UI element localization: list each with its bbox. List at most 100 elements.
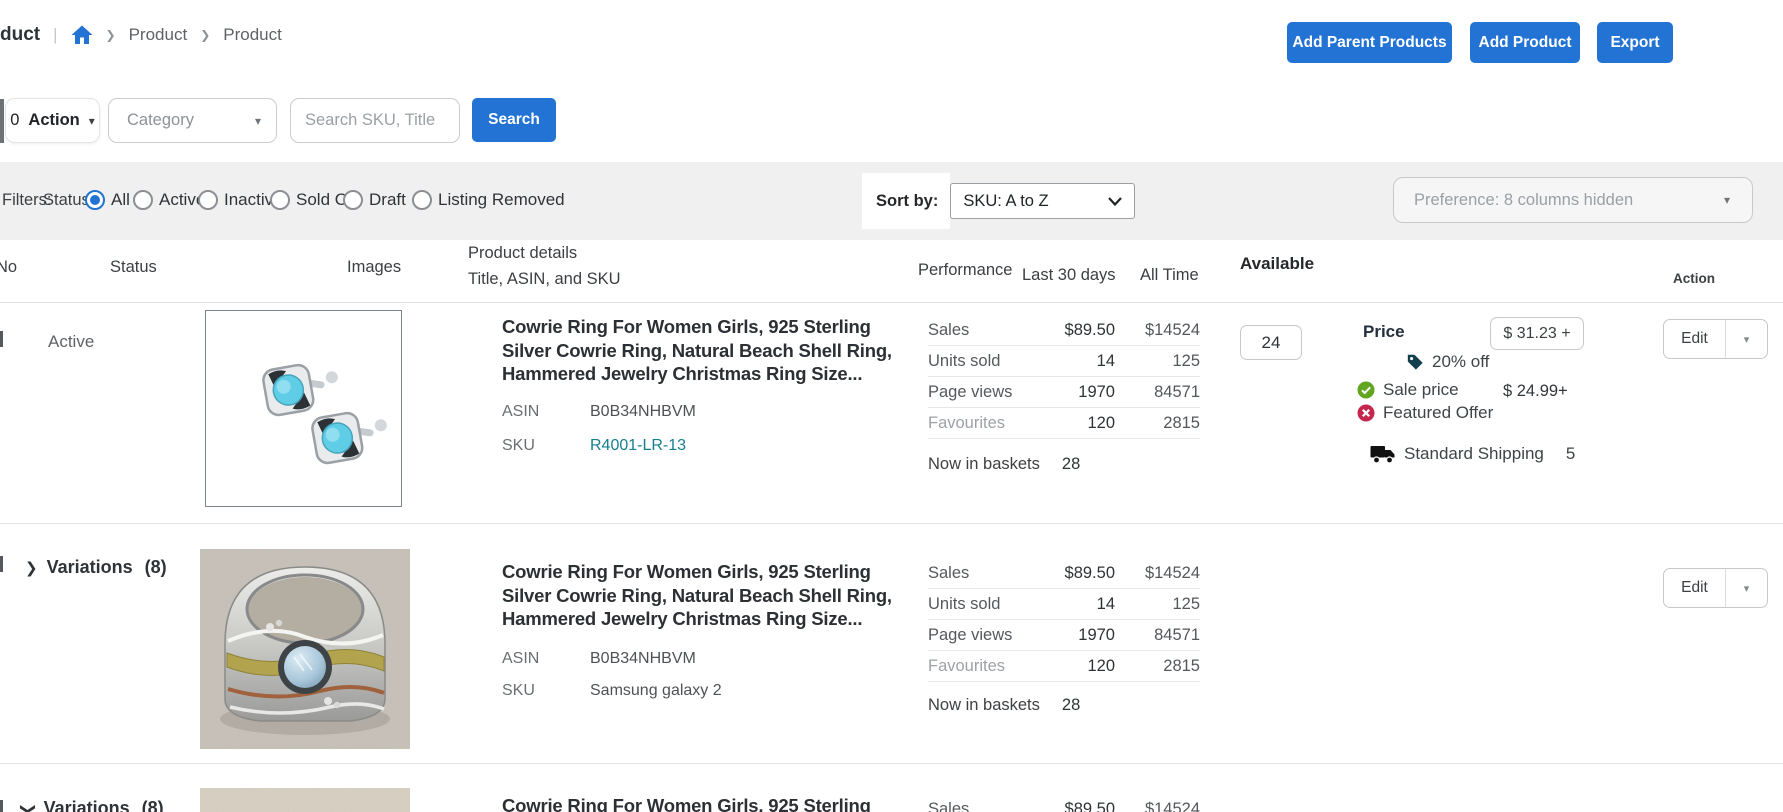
price-label: Price <box>1363 322 1405 342</box>
product-row: ❯ Variations (8) <box>0 523 1783 763</box>
product-title[interactable]: Cowrie Ring For Women Girls, 925 Sterlin… <box>502 315 900 386</box>
shipping-qty: 5 <box>1566 444 1575 464</box>
variations-toggle[interactable]: ❯ Variations (8) <box>25 557 167 578</box>
perf-alltime: $14524 <box>1115 800 1200 812</box>
baskets-row: Now in baskets28 <box>928 455 1080 474</box>
status-filter-draft[interactable]: Draft <box>343 190 406 210</box>
product-image[interactable] <box>200 788 410 812</box>
radio-icon[interactable] <box>85 190 105 210</box>
preference-dropdown[interactable]: Preference: 8 columns hidden ▾ <box>1393 177 1753 223</box>
sort-selected-value: SKU: A to Z <box>951 192 1108 211</box>
perf-label: Units sold <box>928 352 1028 371</box>
action-button-label: Action <box>28 111 79 130</box>
top-bar: duct | ❯ Product ❯ Product Add Parent Pr… <box>0 0 1783 80</box>
sale-price-row: Sale price <box>1357 380 1459 400</box>
baskets-value: 28 <box>1062 696 1080 714</box>
perf-last30: 14 <box>1028 595 1115 614</box>
bulk-action-button[interactable]: 0 Action ▾ <box>5 98 100 143</box>
caret-down-icon: ▾ <box>89 114 95 128</box>
perf-last30: $89.50 <box>1028 321 1115 340</box>
perf-alltime: 2815 <box>1115 657 1200 676</box>
radio-label: Draft <box>369 190 406 210</box>
sale-price-label: Sale price <box>1383 380 1459 400</box>
asin-value: B0B34NHBVM <box>590 403 696 421</box>
edit-dropdown-caret-icon[interactable]: ▾ <box>1726 569 1767 607</box>
status-filter-active[interactable]: Active <box>133 190 205 210</box>
perf-label: Sales <box>928 321 1028 340</box>
sku-value[interactable]: R4001-LR-13 <box>590 437 686 455</box>
perf-alltime: 125 <box>1115 595 1200 614</box>
shipping-label: Standard Shipping <box>1404 444 1544 464</box>
radio-label: All <box>111 190 130 210</box>
header-no: No <box>0 258 17 277</box>
status-filter-all[interactable]: All <box>85 190 130 210</box>
product-image[interactable] <box>205 310 402 507</box>
variations-count: (8) <box>142 798 164 812</box>
status-filter-listing-removed[interactable]: Listing Removed <box>412 190 565 210</box>
radio-icon[interactable] <box>412 190 432 210</box>
edit-dropdown-caret-icon[interactable]: ▾ <box>1726 320 1767 358</box>
export-button[interactable]: Export <box>1597 22 1673 63</box>
product-image[interactable] <box>200 549 410 749</box>
asin-value: B0B34NHBVM <box>590 650 696 668</box>
page-title: duct <box>0 24 40 46</box>
header-images: Images <box>347 258 401 277</box>
perf-last30: $89.50 <box>1028 800 1115 812</box>
perf-alltime: 2815 <box>1115 414 1200 433</box>
product-title[interactable]: Cowrie Ring For Women Girls, 925 Sterlin… <box>502 560 900 631</box>
perf-label: Favourites <box>928 414 1028 433</box>
sort-select[interactable]: SKU: A to Z <box>950 183 1135 219</box>
asin-label: ASIN <box>502 650 590 668</box>
caret-down-icon: ▾ <box>255 114 276 128</box>
edit-button[interactable]: Edit ▾ <box>1663 568 1768 608</box>
search-input[interactable] <box>290 98 460 143</box>
discount-text: 20% off <box>1432 352 1489 372</box>
check-circle-icon <box>1357 381 1375 399</box>
breadcrumb: duct | ❯ Product ❯ Product <box>0 24 282 46</box>
product-row: ❯ Variations (8) Cowrie Rin <box>0 763 1783 812</box>
gold-ring-image <box>200 788 410 812</box>
perf-label: Page views <box>928 383 1028 402</box>
select-all-checkbox-cut[interactable] <box>0 99 4 143</box>
row-checkbox-cut[interactable] <box>0 331 3 347</box>
asin-row: ASIN B0B34NHBVM <box>502 403 696 421</box>
featured-offer-label: Featured Offer <box>1383 403 1493 423</box>
radio-icon[interactable] <box>343 190 363 210</box>
action-bar: 0 Action ▾ Category ▾ Search <box>0 80 1783 162</box>
row-status: Active <box>48 332 94 352</box>
breadcrumb-item[interactable]: Product <box>129 25 188 45</box>
product-title[interactable]: Cowrie Ring For Women Girls, 925 Sterlin… <box>502 794 900 812</box>
sale-price-value: $ 24.99+ <box>1503 382 1568 401</box>
performance-row: Sales $89.50 $14524 <box>928 794 1200 812</box>
category-dropdown[interactable]: Category ▾ <box>108 98 277 143</box>
price-value-box[interactable]: $ 31.23 + <box>1490 317 1584 350</box>
radio-icon[interactable] <box>198 190 218 210</box>
row-checkbox-cut[interactable] <box>0 556 3 572</box>
radio-icon[interactable] <box>270 190 290 210</box>
perf-label: Sales <box>928 564 1028 583</box>
perf-last30: $89.50 <box>1028 564 1115 583</box>
perf-last30: 14 <box>1028 352 1115 371</box>
perf-alltime: 125 <box>1115 352 1200 371</box>
row-checkbox-cut[interactable] <box>0 800 3 812</box>
caret-down-icon: ▾ <box>1724 193 1752 207</box>
add-parent-products-button[interactable]: Add Parent Products <box>1287 22 1452 63</box>
search-button[interactable]: Search <box>472 98 556 142</box>
home-icon[interactable] <box>71 25 93 45</box>
variations-toggle[interactable]: ❯ Variations (8) <box>22 798 164 812</box>
earrings-image <box>206 311 401 506</box>
available-quantity-input[interactable] <box>1240 325 1302 360</box>
breadcrumb-item[interactable]: Product <box>223 25 282 45</box>
radio-icon[interactable] <box>133 190 153 210</box>
chevron-right-icon: ❯ <box>25 559 38 577</box>
variations-count: (8) <box>145 557 167 578</box>
sort-by-group: Sort by: SKU: A to Z <box>862 173 1135 229</box>
category-placeholder: Category <box>109 111 255 130</box>
ring-image <box>200 549 410 749</box>
preference-value: Preference: 8 columns hidden <box>1394 191 1724 210</box>
add-product-button[interactable]: Add Product <box>1470 22 1580 63</box>
asin-label: ASIN <box>502 403 590 421</box>
perf-last30: 1970 <box>1028 383 1115 402</box>
performance-row: Sales $89.50 $14524 <box>928 315 1200 346</box>
edit-button[interactable]: Edit ▾ <box>1663 319 1768 359</box>
